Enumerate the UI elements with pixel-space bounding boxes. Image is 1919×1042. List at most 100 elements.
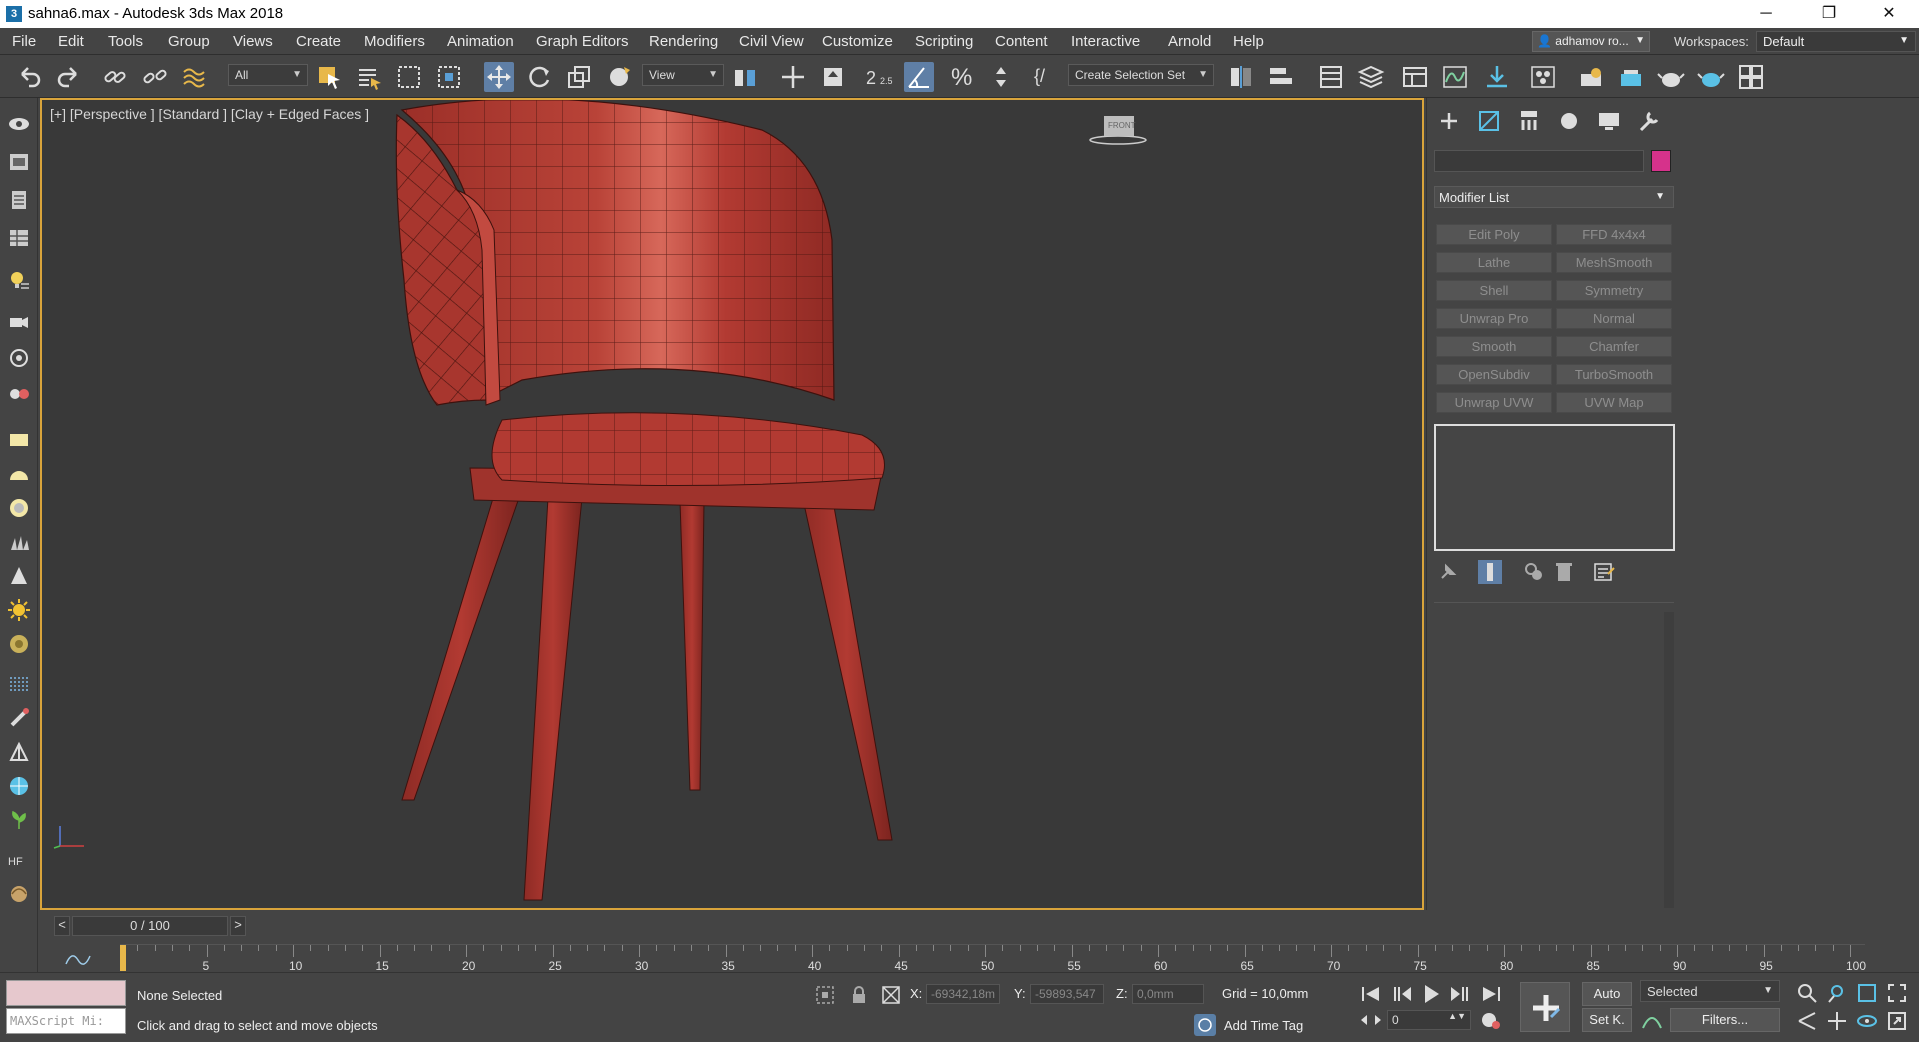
track-bar[interactable]: 5 10 15 20 25 30 35 40 45 50 55 60 65 70 75 80 85 90 95 100 — [120, 944, 1866, 973]
object-color-swatch[interactable] — [1651, 150, 1671, 172]
align-button[interactable] — [1266, 62, 1296, 92]
default-in-out-tangents-icon[interactable] — [1640, 1008, 1664, 1032]
bone-icon[interactable] — [7, 706, 31, 730]
maximize-viewport-icon[interactable] — [1886, 1010, 1908, 1032]
menu-interactive[interactable]: Interactive — [1071, 33, 1140, 50]
menu-file[interactable]: File — [12, 33, 36, 50]
menu-modifiers[interactable]: Modifiers — [364, 33, 425, 50]
sphere-icon[interactable] — [7, 496, 31, 520]
show-end-result-icon[interactable] — [1478, 560, 1502, 584]
modifier-button-lathe[interactable]: Lathe — [1436, 252, 1552, 273]
orbit-icon[interactable] — [1856, 1010, 1878, 1032]
x-coordinate-field[interactable]: -69342,18m — [926, 984, 1000, 1004]
select-by-name-button[interactable] — [354, 62, 384, 92]
modifier-button-meshsmooth[interactable]: MeshSmooth — [1556, 252, 1672, 273]
pan-view-icon[interactable] — [1826, 1010, 1848, 1032]
time-slider[interactable]: 0 / 100 — [72, 916, 228, 936]
hemisphere-icon[interactable] — [7, 462, 31, 486]
scene-explorer-button[interactable] — [1316, 62, 1346, 92]
pin-stack-icon[interactable] — [1436, 560, 1460, 584]
select-manipulate-button[interactable] — [778, 62, 808, 92]
absolute-relative-toggle-icon[interactable] — [880, 984, 902, 1006]
modifier-button-unwrap-pro[interactable]: Unwrap Pro — [1436, 308, 1552, 329]
undo-button[interactable] — [14, 62, 44, 92]
add-time-tag-button[interactable]: Add Time Tag — [1224, 1018, 1303, 1033]
material-editor-button[interactable] — [1528, 62, 1558, 92]
environment-icon[interactable] — [7, 632, 31, 656]
user-account-dropdown[interactable]: 👤 adhamov ro... ▼ — [1532, 31, 1650, 52]
edit-named-selection-button[interactable]: {/ — [1032, 62, 1062, 92]
render-production-button[interactable] — [1656, 62, 1686, 92]
minimize-button[interactable]: ─ — [1743, 0, 1789, 28]
file-list-icon[interactable] — [7, 188, 31, 212]
spinner-snap-button[interactable] — [986, 62, 1016, 92]
workspaces-dropdown[interactable]: Default ▼ — [1756, 31, 1916, 52]
menu-civil-view[interactable]: Civil View — [739, 33, 804, 50]
render-cloud-button[interactable] — [1696, 62, 1726, 92]
globe-icon[interactable] — [7, 774, 31, 798]
time-prev-button[interactable]: < — [54, 916, 70, 936]
next-frame-icon[interactable] — [1447, 982, 1475, 1006]
select-and-scale-button[interactable] — [564, 62, 594, 92]
unlink-button[interactable] — [140, 62, 170, 92]
a360-gallery-button[interactable] — [1736, 62, 1766, 92]
menu-content[interactable]: Content — [995, 33, 1048, 50]
modifier-button-normal[interactable]: Normal — [1556, 308, 1672, 329]
menu-help[interactable]: Help — [1233, 33, 1264, 50]
place-button[interactable] — [604, 62, 634, 92]
schematic-view-button[interactable] — [1482, 62, 1512, 92]
viewcube[interactable]: FRONT — [1088, 114, 1148, 146]
play-icon[interactable] — [1417, 982, 1445, 1006]
time-next-button[interactable]: > — [230, 916, 246, 936]
modify-tab[interactable] — [1475, 108, 1503, 134]
rendered-frame-window-button[interactable] — [1616, 62, 1646, 92]
modifier-stack[interactable] — [1434, 424, 1675, 551]
time-cursor[interactable] — [120, 945, 126, 971]
set-key-button[interactable] — [1520, 982, 1570, 1032]
key-mode-toggle-icon[interactable] — [1357, 1008, 1385, 1032]
maxscript-output[interactable] — [6, 980, 126, 1006]
menu-customize[interactable]: Customize — [822, 33, 893, 50]
graph-network-icon[interactable] — [7, 740, 31, 764]
scene-icon[interactable] — [7, 150, 31, 174]
key-filters-button[interactable]: Filters... — [1670, 1008, 1780, 1032]
menu-graph-editors[interactable]: Graph Editors — [536, 33, 629, 50]
snaps-toggle-button[interactable]: 2 2.5 — [862, 62, 893, 92]
table-icon[interactable] — [7, 226, 31, 250]
set-key-mode-button[interactable]: Set K. — [1582, 1008, 1632, 1032]
utilities-tab[interactable] — [1635, 108, 1663, 134]
object-name-input[interactable] — [1434, 150, 1644, 172]
helper-icon[interactable] — [7, 346, 31, 370]
modifier-button-chamfer[interactable]: Chamfer — [1556, 336, 1672, 357]
y-coordinate-field[interactable]: -59893,547 — [1030, 984, 1104, 1004]
field-of-view-icon[interactable] — [1796, 1010, 1818, 1032]
maxscript-listener-input[interactable]: MAXScript Mi: — [6, 1008, 126, 1034]
modifier-button-opensubdiv[interactable]: OpenSubdiv — [1436, 364, 1552, 385]
remove-modifier-icon[interactable] — [1552, 560, 1576, 584]
pivot-center-button[interactable] — [730, 62, 760, 92]
configure-modifier-sets-icon[interactable] — [1592, 560, 1616, 584]
motion-capture-icon[interactable] — [7, 382, 31, 406]
zoom-icon[interactable] — [1796, 982, 1818, 1004]
hierarchy-tab[interactable] — [1515, 108, 1543, 134]
toggle-ribbon-button[interactable] — [1400, 62, 1430, 92]
menu-animation[interactable]: Animation — [447, 33, 514, 50]
make-unique-icon[interactable] — [1522, 560, 1546, 584]
create-selection-set-dropdown[interactable]: Create Selection Set ▼ — [1068, 64, 1214, 86]
modifier-button-turbosmooth[interactable]: TurboSmooth — [1556, 364, 1672, 385]
window-crossing-button[interactable] — [434, 62, 464, 92]
angle-snap-button[interactable] — [904, 62, 934, 92]
cone-icon[interactable] — [7, 564, 31, 588]
zoom-extents-icon[interactable] — [1856, 982, 1878, 1004]
redo-button[interactable] — [54, 62, 84, 92]
menu-scripting[interactable]: Scripting — [915, 33, 973, 50]
grass-icon[interactable] — [7, 530, 31, 554]
menu-arnold[interactable]: Arnold — [1168, 33, 1211, 50]
render-setup-button[interactable] — [1576, 62, 1606, 92]
time-configuration-icon[interactable] — [1477, 1008, 1505, 1032]
curve-editor-button[interactable] — [1440, 62, 1470, 92]
modifier-button-shell[interactable]: Shell — [1436, 280, 1552, 301]
modifier-button-ffd-4x4x4[interactable]: FFD 4x4x4 — [1556, 224, 1672, 245]
isolate-selection-icon[interactable] — [814, 984, 836, 1006]
zoom-extents-all-icon[interactable] — [1886, 982, 1908, 1004]
